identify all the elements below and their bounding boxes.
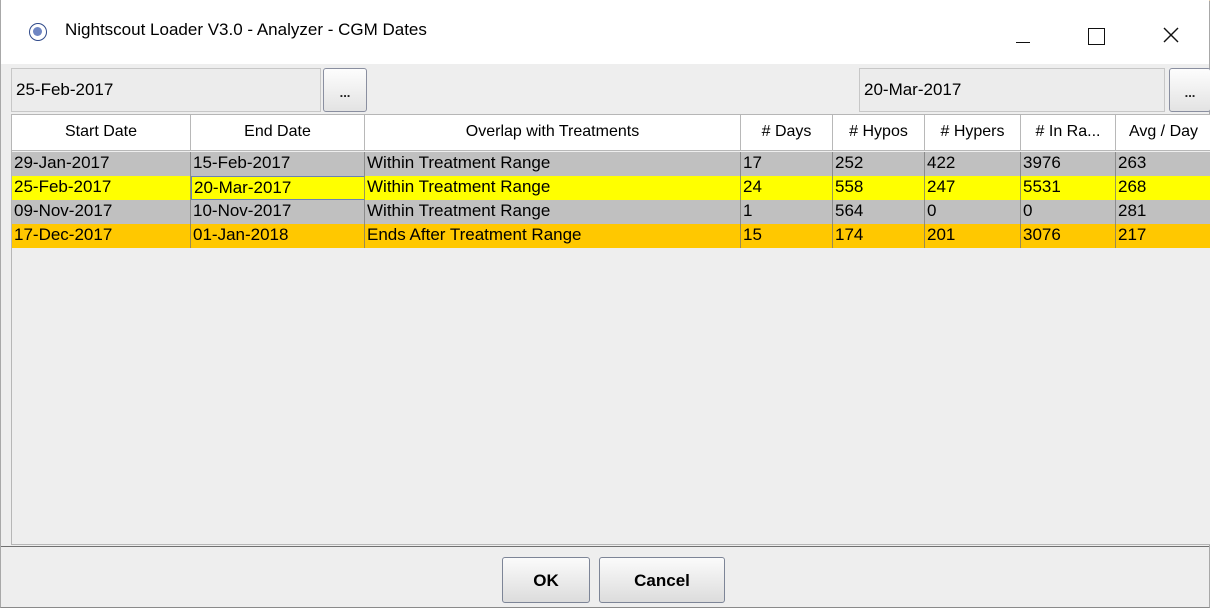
cell-in-range: 3976 (1021, 152, 1116, 176)
cell-end-date: 01-Jan-2018 (191, 224, 365, 248)
column-header-days[interactable]: # Days (741, 115, 833, 151)
cell-in-range: 5531 (1021, 176, 1116, 200)
cell-end-date: 15-Feb-2017 (191, 152, 365, 176)
cell-hypers: 201 (925, 224, 1021, 248)
close-button[interactable] (1134, 0, 1208, 64)
cell-avg-per-day: 263 (1116, 152, 1210, 176)
cell-start-date: 25-Feb-2017 (12, 176, 191, 200)
column-header-overlap[interactable]: Overlap with Treatments (365, 115, 741, 151)
cell-overlap: Within Treatment Range (365, 152, 741, 176)
cell-hypos: 174 (833, 224, 925, 248)
cell-end-date: 20-Mar-2017 (191, 176, 365, 200)
start-date-field[interactable]: 25-Feb-2017 (11, 68, 321, 112)
ellipsis-icon: ... (339, 85, 351, 100)
cell-start-date: 09-Nov-2017 (12, 200, 191, 224)
end-date-picker-button[interactable]: ... (1169, 68, 1210, 112)
end-date-field[interactable]: 20-Mar-2017 (859, 68, 1165, 112)
start-date-picker-button[interactable]: ... (323, 68, 367, 112)
ok-button[interactable]: OK (502, 557, 590, 603)
cell-days: 1 (741, 200, 833, 224)
table-row[interactable]: 25-Feb-2017 20-Mar-2017 Within Treatment… (12, 176, 1210, 200)
cell-hypers: 247 (925, 176, 1021, 200)
column-header-start-date[interactable]: Start Date (12, 115, 191, 151)
cell-overlap: Within Treatment Range (365, 200, 741, 224)
cgm-dates-table[interactable]: Start Date End Date Overlap with Treatme… (11, 114, 1210, 545)
column-header-avg-per-day[interactable]: Avg / Day (1116, 115, 1210, 151)
cell-in-range: 3076 (1021, 224, 1116, 248)
cell-start-date: 17-Dec-2017 (12, 224, 191, 248)
minimize-button[interactable] (986, 0, 1060, 64)
cell-end-date: 10-Nov-2017 (191, 200, 365, 224)
cell-avg-per-day: 268 (1116, 176, 1210, 200)
cell-hypers: 422 (925, 152, 1021, 176)
window-title: Nightscout Loader V3.0 - Analyzer - CGM … (65, 20, 427, 39)
cell-days: 17 (741, 152, 833, 176)
column-header-hypos[interactable]: # Hypos (833, 115, 925, 151)
cell-avg-per-day: 281 (1116, 200, 1210, 224)
cell-avg-per-day: 217 (1116, 224, 1210, 248)
column-header-end-date[interactable]: End Date (191, 115, 365, 151)
cell-overlap: Ends After Treatment Range (365, 224, 741, 248)
cancel-button[interactable]: Cancel (599, 557, 725, 603)
table-row[interactable]: 17-Dec-2017 01-Jan-2018 Ends After Treat… (12, 224, 1210, 248)
cell-hypos: 558 (833, 176, 925, 200)
cell-overlap: Within Treatment Range (365, 176, 741, 200)
analyzer-window: Nightscout Loader V3.0 - Analyzer - CGM … (0, 0, 1210, 608)
column-header-in-range[interactable]: # In Ra... (1021, 115, 1116, 151)
cell-start-date: 29-Jan-2017 (12, 152, 191, 176)
cell-hypos: 252 (833, 152, 925, 176)
cell-hypers: 0 (925, 200, 1021, 224)
cell-in-range: 0 (1021, 200, 1116, 224)
table-row[interactable]: 09-Nov-2017 10-Nov-2017 Within Treatment… (12, 200, 1210, 224)
cell-days: 24 (741, 176, 833, 200)
cell-days: 15 (741, 224, 833, 248)
table-row[interactable]: 29-Jan-2017 15-Feb-2017 Within Treatment… (12, 152, 1210, 176)
column-header-hypers[interactable]: # Hypers (925, 115, 1021, 151)
ellipsis-icon: ... (1184, 85, 1196, 100)
maximize-button[interactable] (1060, 0, 1134, 64)
button-bar-divider (1, 546, 1209, 547)
table-header: Start Date End Date Overlap with Treatme… (12, 115, 1210, 151)
close-icon (1163, 27, 1179, 43)
cell-hypos: 564 (833, 200, 925, 224)
nightscout-app-icon (29, 23, 47, 41)
title-bar: Nightscout Loader V3.0 - Analyzer - CGM … (1, 0, 1209, 64)
